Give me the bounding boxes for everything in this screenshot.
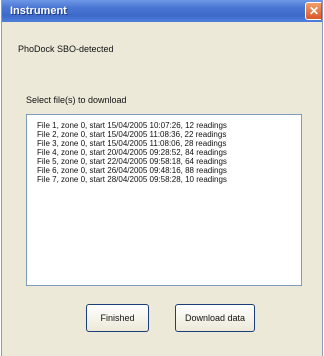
title-bar[interactable]: Instrument ✕ <box>2 0 322 22</box>
file-listbox[interactable]: File 1, zone 0, start 15/04/2005 10:07:2… <box>26 114 302 286</box>
close-icon: ✕ <box>309 4 320 18</box>
select-files-label: Select file(s) to download <box>26 95 127 105</box>
finished-button[interactable]: Finished <box>86 304 149 332</box>
close-button[interactable]: ✕ <box>305 2 321 20</box>
list-item[interactable]: File 7, zone 0, start 28/04/2005 09:58:2… <box>37 175 301 184</box>
list-item[interactable]: File 6, zone 0, start 26/04/2005 09:48:1… <box>37 166 301 175</box>
download-data-button[interactable]: Download data <box>175 304 255 332</box>
list-item[interactable]: File 3, zone 0, start 15/04/2005 11:08:0… <box>37 139 301 148</box>
detected-status-text: PhoDock SBO-detected <box>18 44 114 54</box>
instrument-dialog: Instrument ✕ PhoDock SBO-detected Select… <box>1 0 323 356</box>
list-item[interactable]: File 4, zone 0, start 20/04/2005 09:28:5… <box>37 148 301 157</box>
window-title: Instrument <box>10 5 67 17</box>
list-item[interactable]: File 2, zone 0, start 15/04/2005 11:08:3… <box>37 130 301 139</box>
list-item[interactable]: File 1, zone 0, start 15/04/2005 10:07:2… <box>37 121 301 130</box>
list-item[interactable]: File 5, zone 0, start 22/04/2005 09:58:1… <box>37 157 301 166</box>
